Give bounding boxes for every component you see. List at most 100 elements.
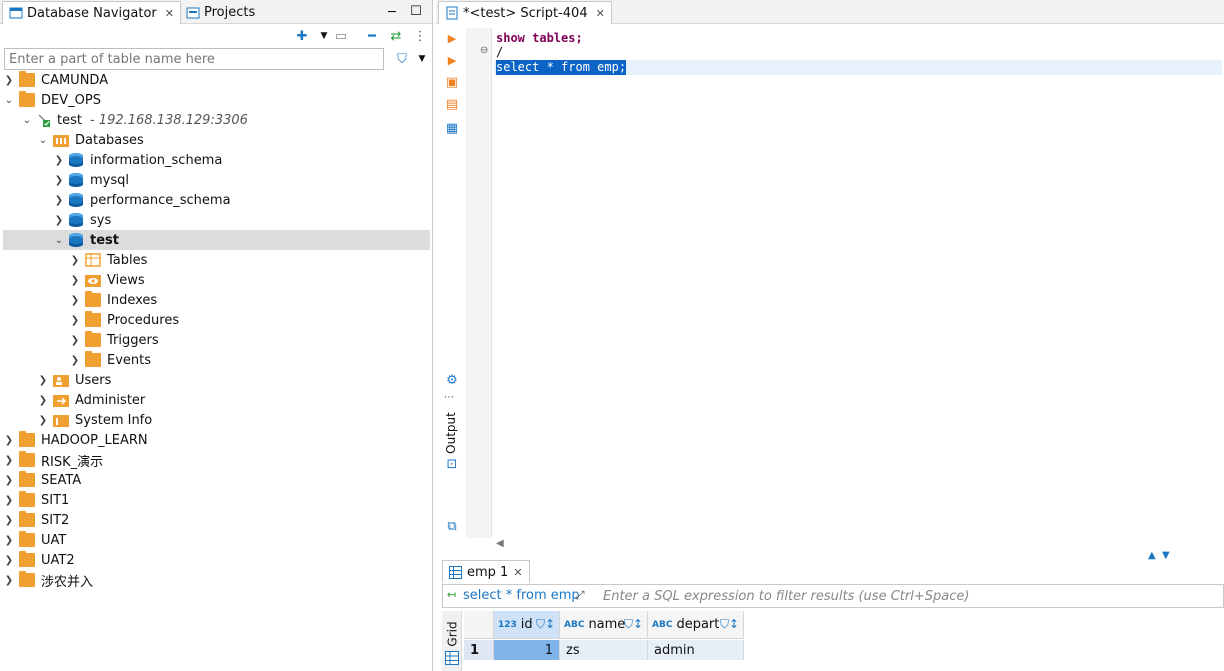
tree-item-sit2[interactable]: ❯ SIT2 (3, 510, 430, 530)
row-number[interactable]: 1 (464, 640, 494, 660)
restore-results-icon[interactable]: ▼ (1162, 550, 1170, 561)
filter-icon[interactable]: ⛉ (394, 51, 410, 67)
output-panel-icon[interactable]: ⊡ (444, 456, 460, 472)
scroll-left-icon[interactable]: ◀ (496, 538, 504, 549)
cell-name[interactable]: zs (560, 640, 648, 660)
tree-item-camunda[interactable]: ❯ CAMUNDA (3, 70, 430, 90)
execute-statement-icon[interactable]: ▶ (444, 30, 460, 46)
tree-item-indexes[interactable]: ❯ Indexes (3, 290, 430, 310)
tree-item-databases[interactable]: ⌄ Databases (3, 130, 430, 150)
settings-icon[interactable]: ⚙ (444, 372, 460, 388)
sort-filter-icon[interactable]: ⛉↕ (720, 617, 739, 632)
chevron-right-icon[interactable]: ❯ (37, 394, 49, 406)
close-icon[interactable]: ✕ (165, 7, 174, 20)
code-line-2[interactable]: / (496, 45, 503, 60)
output-toggle[interactable]: Output (438, 411, 464, 455)
tree-item-hadoop-learn[interactable]: ❯ HADOOP_LEARN (3, 430, 430, 450)
tree-item-seata[interactable]: ❯ SEATA (3, 470, 430, 490)
results-tab[interactable]: emp 1 ✕ (442, 560, 530, 583)
tree-item-views[interactable]: ❯ Views (3, 270, 430, 290)
chevron-right-icon[interactable]: ❯ (53, 174, 65, 186)
explain-plan-icon[interactable]: ▦ (444, 120, 460, 136)
tree-item-sys[interactable]: ❯ sys (3, 210, 430, 230)
link-editor-icon[interactable]: ⇄ (388, 28, 404, 44)
tree-item-users[interactable]: ❯ Users (3, 370, 430, 390)
tree-item-mysql[interactable]: ❯ mysql (3, 170, 430, 190)
tree-item-sit1[interactable]: ❯ SIT1 (3, 490, 430, 510)
chevron-right-icon[interactable]: ❯ (53, 154, 65, 166)
tree-item-risk[interactable]: ❯ RISK_演示 (3, 450, 430, 470)
execute-new-tab-icon[interactable]: ▶ (444, 52, 460, 68)
tree-item-test-db[interactable]: ⌄ test (3, 230, 430, 250)
chevron-right-icon[interactable]: ❯ (3, 434, 15, 446)
tree-item-triggers[interactable]: ❯ Triggers (3, 330, 430, 350)
tree-item-procedures[interactable]: ❯ Procedures (3, 310, 430, 330)
expand-filter-icon[interactable]: ⤢ (575, 588, 585, 603)
tree-item-dev-ops[interactable]: ⌄ DEV_OPS (3, 90, 430, 110)
chevron-right-icon[interactable]: ❯ (69, 274, 81, 286)
chevron-right-icon[interactable]: ❯ (37, 414, 49, 426)
filter-expression-input[interactable] (603, 587, 1203, 605)
code-line-3[interactable]: select * from emp; (496, 60, 627, 75)
tree-item-administer[interactable]: ❯ Administer (3, 390, 430, 410)
cell-id[interactable]: 1 (494, 640, 560, 660)
chevron-down-icon[interactable]: ⌄ (53, 234, 65, 246)
maximize-results-icon[interactable]: ▲ (1148, 550, 1156, 561)
chevron-right-icon[interactable]: ❯ (3, 514, 15, 526)
tab-script[interactable]: *<test> Script-404 ✕ (438, 1, 612, 24)
chevron-right-icon[interactable]: ❯ (3, 494, 15, 506)
chevron-right-icon[interactable]: ❯ (3, 454, 15, 466)
chevron-down-icon[interactable]: ▼ (316, 28, 332, 44)
chevron-right-icon[interactable]: ❯ (69, 254, 81, 266)
column-header-depart[interactable]: ABC depart ⛉↕ (648, 611, 744, 639)
chevron-down-icon[interactable]: ▼ (414, 51, 430, 67)
chevron-right-icon[interactable]: ❯ (69, 354, 81, 366)
chevron-right-icon[interactable]: ❯ (3, 534, 15, 546)
tree-item-information-schema[interactable]: ❯ information_schema (3, 150, 430, 170)
table-search-input[interactable] (4, 48, 384, 70)
execute-script-new-tab-icon[interactable]: ▤ (444, 96, 460, 112)
close-icon[interactable]: ✕ (596, 7, 605, 20)
chevron-right-icon[interactable]: ❯ (69, 294, 81, 306)
chevron-right-icon[interactable]: ❯ (3, 74, 15, 86)
tree-item-uat2[interactable]: ❯ UAT2 (3, 550, 430, 570)
maximize-icon[interactable]: ☐ (408, 3, 424, 19)
sort-filter-icon[interactable]: ⛉↕ (624, 617, 643, 632)
fold-icon[interactable]: ⊖ (480, 45, 488, 56)
chevron-right-icon[interactable]: ❯ (53, 214, 65, 226)
chevron-down-icon[interactable]: ⌄ (21, 114, 33, 126)
close-icon[interactable]: ✕ (513, 566, 522, 579)
chevron-right-icon[interactable]: ❯ (37, 374, 49, 386)
tree-item-test-connection[interactable]: ⌄ test - 192.168.138.129:3306 (3, 110, 430, 130)
new-window-icon[interactable]: ⧉ (444, 518, 460, 534)
tab-database-navigator[interactable]: Database Navigator ✕ (2, 1, 181, 24)
chevron-right-icon[interactable]: ❯ (69, 314, 81, 326)
grid-view-toggle[interactable]: Grid (442, 611, 462, 671)
new-folder-icon[interactable]: ▭ (333, 28, 349, 44)
minimize-icon[interactable]: ─ (384, 4, 400, 20)
tree-item-events[interactable]: ❯ Events (3, 350, 430, 370)
tree-item-tables[interactable]: ❯ Tables (3, 250, 430, 270)
collapse-all-icon[interactable]: ━ (364, 28, 380, 44)
execute-script-icon[interactable]: ▣ (444, 74, 460, 90)
query-label[interactable]: select * from emp (463, 588, 580, 603)
sort-filter-icon[interactable]: ⛉↕ (536, 617, 555, 632)
chevron-down-icon[interactable]: ⌄ (37, 134, 49, 146)
chevron-right-icon[interactable]: ❯ (3, 474, 15, 486)
column-header-name[interactable]: ABC name ⛉↕ (560, 611, 648, 639)
tree-item-system-info[interactable]: ❯ System Info (3, 410, 430, 430)
tree-item-shenong[interactable]: ❯ 涉农并入 (3, 570, 430, 590)
new-connection-icon[interactable]: ✚ (294, 28, 310, 44)
cell-depart[interactable]: admin (648, 640, 744, 660)
tree-item-uat[interactable]: ❯ UAT (3, 530, 430, 550)
chevron-right-icon[interactable]: ❯ (53, 194, 65, 206)
chevron-right-icon[interactable]: ❯ (69, 334, 81, 346)
chevron-right-icon[interactable]: ❯ (3, 574, 15, 586)
view-menu-icon[interactable]: ⋮ (412, 28, 428, 44)
chevron-right-icon[interactable]: ❯ (3, 554, 15, 566)
tree-item-performance-schema[interactable]: ❯ performance_schema (3, 190, 430, 210)
code-line-1[interactable]: show tables; (496, 31, 583, 46)
chevron-down-icon[interactable]: ⌄ (3, 94, 15, 106)
tab-projects[interactable]: Projects (180, 1, 261, 24)
column-header-id[interactable]: 123 id ⛉↕ (494, 611, 560, 639)
